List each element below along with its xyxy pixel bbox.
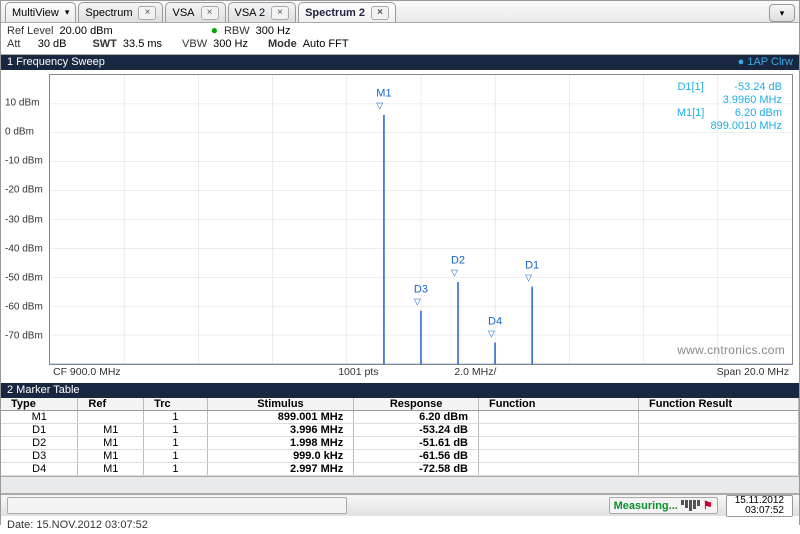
overflow-button[interactable]: ▾ (769, 4, 795, 22)
table-row[interactable]: D3M11999.0 kHz-61.56 dB (1, 450, 799, 463)
tab-label: VSA (172, 7, 194, 19)
sweep-title: 1 Frequency Sweep (7, 56, 105, 69)
ref-level-label: Ref Level (7, 25, 53, 38)
trace-mode: ● 1AP Clrw (738, 56, 793, 69)
y-tick: -30 dBm (5, 214, 43, 225)
measuring-indicator: Measuring... ⚑ (609, 497, 718, 514)
y-tick: -60 dBm (5, 301, 43, 312)
col-header: Stimulus (207, 398, 354, 411)
tab-multiview[interactable]: MultiView ▾ (5, 2, 76, 22)
table-footer-spacer (1, 476, 799, 494)
marker-label: D3▽ (414, 283, 428, 307)
chevron-down-icon: ▾ (65, 7, 70, 18)
tab-bar: MultiView ▾ Spectrum × VSA × VSA 2 × Spe… (1, 1, 799, 23)
y-tick: 10 dBm (5, 98, 39, 109)
marker-readout: D1[1] -53.24 dB 3.9960 MHz M1[1] 6.20 dB… (677, 81, 782, 133)
x-div: 2.0 MHz/ (454, 366, 496, 378)
message-slot (7, 497, 347, 514)
marker-label: D1▽ (525, 259, 539, 283)
plot-grid: D1[1] -53.24 dB 3.9960 MHz M1[1] 6.20 dB… (49, 74, 793, 365)
close-icon[interactable]: × (201, 6, 219, 20)
col-header: Ref (78, 398, 144, 411)
spectrum-plot[interactable]: 10 dBm 0 dBm -10 dBm -20 dBm -30 dBm -40 dBm -… (1, 70, 799, 383)
marker-table: TypeRefTrcStimulusResponseFunctionFuncti… (1, 398, 799, 476)
screenshot-timestamp: Date: 15.NOV.2012 03:07:52 (1, 516, 799, 534)
col-header: Type (1, 398, 78, 411)
chevron-down-icon: ▾ (780, 8, 785, 19)
tab-vsa[interactable]: VSA × (165, 2, 225, 22)
progress-icon (681, 500, 700, 511)
swt-label: SWT (92, 38, 116, 51)
att-label: Att (7, 38, 20, 51)
settings-bar: Ref Level 20.00 dBm ● RBW 300 Hz Att 30 … (1, 23, 799, 55)
vbw-label: VBW (182, 38, 207, 51)
y-tick: -40 dBm (5, 243, 43, 254)
status-dot-icon: ● (211, 25, 218, 38)
tab-spectrum-2[interactable]: Spectrum 2 × (298, 2, 396, 22)
col-header: Trc (144, 398, 208, 411)
points: 1001 pts (338, 366, 378, 378)
x-axis-bar: CF 900.0 MHz 1001 pts 2.0 MHz/ Span 20.0… (49, 366, 793, 380)
marker-label: M1▽ (376, 87, 391, 111)
close-icon[interactable]: × (138, 6, 156, 20)
att-value: 30 dB (26, 38, 66, 51)
col-header: Response (354, 398, 479, 411)
y-tick: -70 dBm (5, 330, 43, 341)
vbw-value: 300 Hz (213, 38, 248, 51)
tab-vsa-2[interactable]: VSA 2 × (228, 2, 297, 22)
status-bar: Measuring... ⚑ 15.11.2012 03:07:52 (1, 494, 799, 516)
y-tick: -20 dBm (5, 185, 43, 196)
rbw-value: 300 Hz (256, 25, 291, 38)
col-header: Function Result (639, 398, 799, 411)
span: Span 20.0 MHz (539, 366, 789, 380)
mode-label: Mode (268, 38, 297, 51)
table-row[interactable]: D4M112.997 MHz-72.58 dB (1, 463, 799, 476)
rbw-label: RBW (224, 25, 250, 38)
y-tick: -10 dBm (5, 156, 43, 167)
marker-label: D2▽ (451, 254, 465, 278)
marker-label: D4▽ (488, 315, 502, 339)
tab-spectrum[interactable]: Spectrum × (78, 2, 163, 22)
marker-table-header: 2 Marker Table (1, 383, 799, 398)
close-icon[interactable]: × (371, 6, 389, 20)
swt-value: 33.5 ms (123, 38, 162, 51)
table-row[interactable]: D1M113.996 MHz-53.24 dB (1, 424, 799, 437)
y-tick: -50 dBm (5, 272, 43, 283)
tab-label: Spectrum 2 (305, 7, 365, 19)
rec-icon: ⚑ (703, 499, 713, 512)
col-header: Function (479, 398, 639, 411)
sweep-header: 1 Frequency Sweep ● 1AP Clrw (1, 55, 799, 70)
tab-label: Spectrum (85, 7, 132, 19)
clock: 15.11.2012 03:07:52 (726, 495, 793, 517)
ref-level-value: 20.00 dBm (59, 25, 112, 38)
mode-value: Auto FFT (303, 38, 349, 51)
y-tick: 0 dBm (5, 127, 34, 138)
close-icon[interactable]: × (271, 6, 289, 20)
table-row[interactable]: D2M111.998 MHz-51.61 dB (1, 437, 799, 450)
table-row[interactable]: M11899.001 MHz6.20 dBm (1, 411, 799, 424)
tab-label: MultiView (12, 7, 59, 19)
tab-label: VSA 2 (235, 7, 266, 19)
center-freq: CF 900.0 MHz (53, 366, 296, 380)
